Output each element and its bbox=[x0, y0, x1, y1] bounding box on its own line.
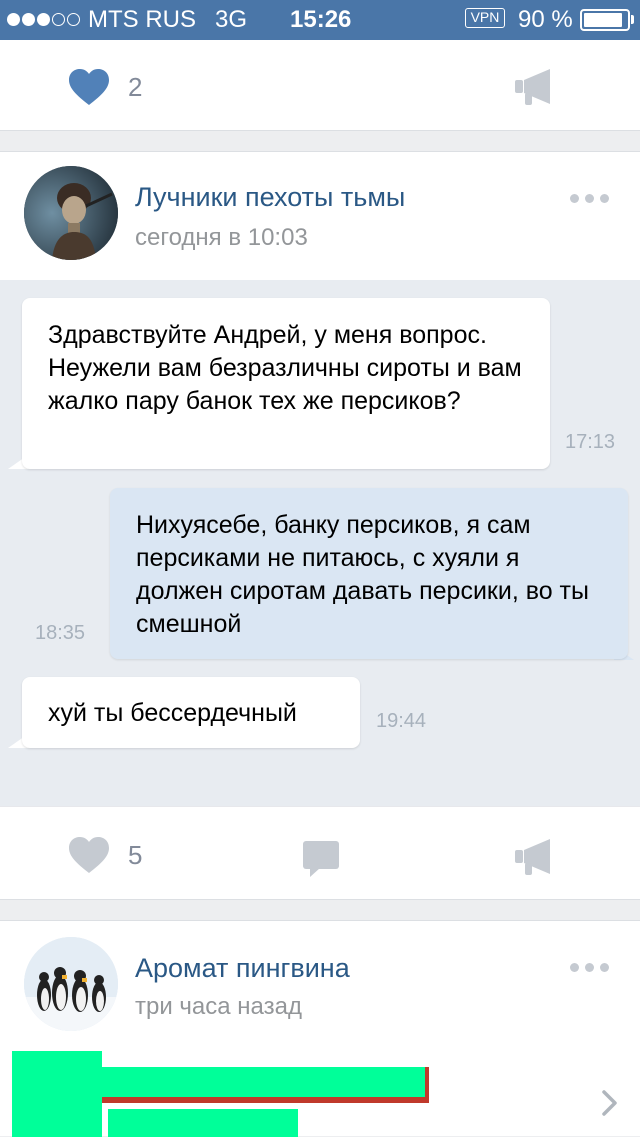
message-time: 17:13 bbox=[565, 431, 616, 453]
battery-icon bbox=[580, 9, 630, 31]
community-avatar[interactable] bbox=[24, 937, 118, 1031]
message-time: 18:35 bbox=[35, 622, 86, 644]
signal-dot-icon bbox=[7, 13, 20, 26]
divider bbox=[0, 806, 640, 807]
comment-icon[interactable] bbox=[302, 840, 340, 878]
signal-dot-icon bbox=[22, 13, 35, 26]
message-text: Здравствуйте Андрей, у меня вопрос. Неуж… bbox=[48, 321, 522, 415]
chevron-right-icon[interactable] bbox=[601, 1089, 619, 1117]
avatar-image bbox=[24, 937, 118, 1031]
share-megaphone-icon[interactable] bbox=[514, 68, 554, 106]
clock: 15:26 bbox=[290, 6, 352, 33]
community-name[interactable]: Аромат пингвина bbox=[135, 953, 350, 984]
message-incoming: Здравствуйте Андрей, у меня вопрос. Неуж… bbox=[22, 298, 550, 469]
post-card: Лучники пехоты тьмы сегодня в 10:03 Здра… bbox=[0, 151, 640, 900]
signal-dot-icon bbox=[37, 13, 50, 26]
post-footer-top: 2 bbox=[0, 40, 640, 131]
vpn-badge: VPN bbox=[465, 8, 505, 28]
heart-icon bbox=[69, 69, 109, 105]
network-type: 3G bbox=[215, 6, 248, 33]
more-options-icon[interactable] bbox=[570, 963, 610, 973]
signal-dot-icon bbox=[67, 13, 80, 26]
redacted-content bbox=[10, 1051, 430, 1137]
signal-dot-icon bbox=[52, 13, 65, 26]
message-text: Нихуясебе, банку персиков, я сам персика… bbox=[136, 511, 589, 638]
post-card: Аромат пингвина три часа назад bbox=[0, 920, 640, 1137]
like-button[interactable]: 2 bbox=[62, 62, 142, 112]
status-bar: MTS RUS 3G 15:26 VPN 90 % bbox=[0, 0, 640, 40]
battery-percent: 90 % bbox=[518, 6, 573, 33]
battery-tip bbox=[631, 15, 634, 24]
avatar-image bbox=[24, 166, 118, 260]
message-incoming: хуй ты бессердечный bbox=[22, 677, 360, 748]
like-button[interactable]: 5 bbox=[62, 830, 162, 880]
like-count: 5 bbox=[128, 840, 143, 870]
community-name[interactable]: Лучники пехоты тьмы bbox=[135, 182, 405, 213]
message-time: 19:44 bbox=[376, 710, 427, 732]
chat-screenshot: Здравствуйте Андрей, у меня вопрос. Неуж… bbox=[0, 280, 640, 806]
share-megaphone-icon[interactable] bbox=[514, 838, 554, 876]
heart-icon bbox=[69, 837, 109, 873]
community-avatar[interactable] bbox=[24, 166, 118, 260]
message-outgoing: Нихуясебе, банку персиков, я сам персика… bbox=[110, 488, 628, 659]
post-time: сегодня в 10:03 bbox=[135, 224, 308, 251]
message-text: хуй ты бессердечный bbox=[48, 699, 297, 727]
carrier-name: MTS RUS bbox=[88, 6, 196, 33]
post-time: три часа назад bbox=[135, 993, 302, 1020]
like-count: 2 bbox=[128, 72, 143, 102]
more-options-icon[interactable] bbox=[570, 194, 610, 204]
